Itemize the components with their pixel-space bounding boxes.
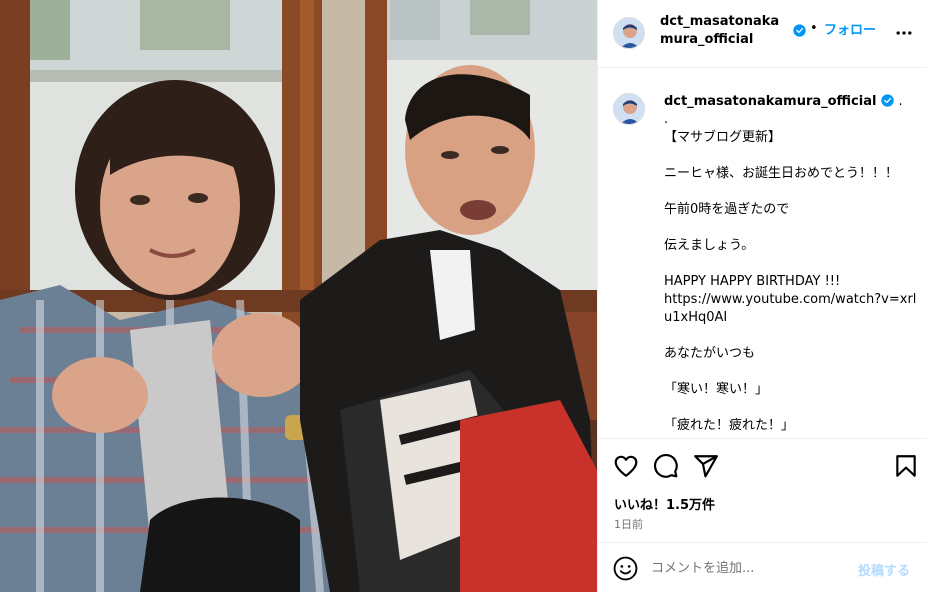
post-caption: dct_masatonakamura_official . . 【マサブログ更新】… bbox=[598, 69, 927, 438]
caption-text: . 【マサブログ更新】ニーヒャ様、お誕生日おめでとう！！！ 午前0時を過ぎたので 伝え… bbox=[664, 111, 924, 435]
post-photo[interactable] bbox=[0, 0, 597, 592]
comment-input[interactable] bbox=[651, 557, 851, 579]
post-actions: いいね！1.5万件 1日前 bbox=[598, 438, 927, 542]
more-horizontal-icon[interactable] bbox=[894, 23, 914, 43]
caption-username[interactable]: dct_masatonakamura_official bbox=[664, 94, 876, 109]
caption-line: 「寒い！寒い！」 bbox=[664, 382, 769, 397]
post-side-panel: dct_masatonakamura_official • フォロー dct_m… bbox=[597, 0, 927, 592]
caption-line: あなたがいつも bbox=[664, 346, 756, 361]
caption-avatar[interactable] bbox=[613, 93, 645, 125]
caption-first-text: . bbox=[898, 94, 903, 109]
header-username[interactable]: dct_masatonakamura_official bbox=[660, 13, 790, 49]
caption-line: 「疲れた！疲れた！」 bbox=[664, 418, 795, 433]
caption-line: ニーヒャ様、お誕生日おめでとう！！！ bbox=[664, 166, 899, 181]
verified-badge-icon bbox=[881, 94, 894, 107]
avatar-image bbox=[614, 18, 644, 48]
comment-form: 投稿する bbox=[598, 542, 927, 592]
bookmark-icon[interactable] bbox=[893, 453, 919, 479]
caption-line: HAPPY HAPPY BIRTHDAY !!! bbox=[664, 274, 841, 289]
header-separator: • bbox=[810, 21, 818, 36]
caption-line[interactable]: https://www.youtube.com/watch?v=xrlu1xHq… bbox=[664, 291, 924, 327]
caption-line: 伝えましょう。 bbox=[664, 238, 755, 253]
avatar-image bbox=[614, 94, 644, 124]
comment-icon[interactable] bbox=[653, 453, 679, 479]
heart-icon[interactable] bbox=[613, 453, 639, 479]
caption-author: dct_masatonakamura_official . bbox=[664, 93, 903, 111]
caption-line: . bbox=[664, 112, 669, 127]
post-header: dct_masatonakamura_official • フォロー bbox=[598, 0, 927, 68]
share-icon[interactable] bbox=[693, 453, 719, 479]
verified-badge-icon bbox=[793, 24, 806, 37]
follow-button[interactable]: フォロー bbox=[824, 23, 876, 39]
post-comment-button[interactable]: 投稿する bbox=[858, 560, 910, 579]
caption-line: 【マサブログ更新】 bbox=[664, 130, 782, 145]
post-time[interactable]: 1日前 bbox=[614, 516, 643, 532]
avatar[interactable] bbox=[613, 17, 645, 49]
photo-image bbox=[0, 0, 597, 592]
likes-count[interactable]: いいね！1.5万件 bbox=[614, 494, 715, 513]
emoji-icon[interactable] bbox=[613, 556, 638, 581]
caption-line: 午前0時を過ぎたので bbox=[664, 202, 790, 217]
